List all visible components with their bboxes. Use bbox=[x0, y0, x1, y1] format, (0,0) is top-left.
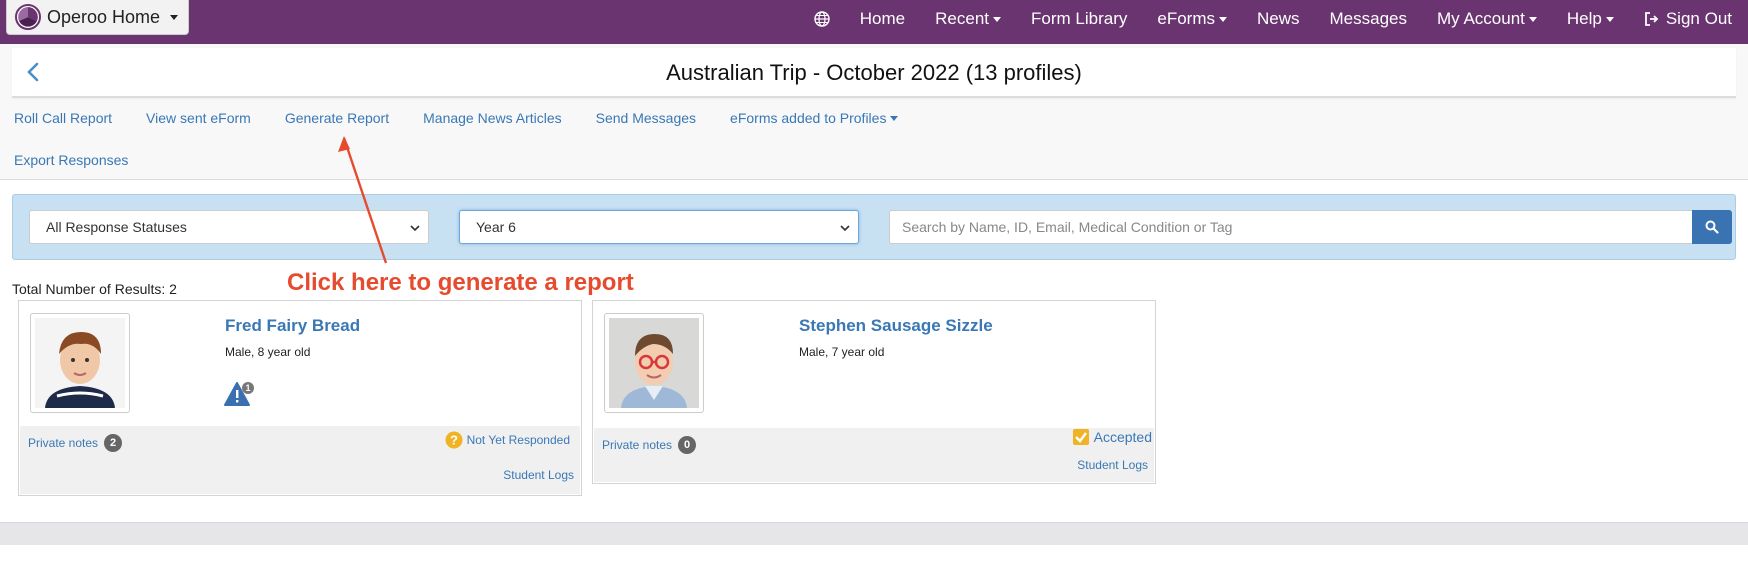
medical-alert-icon[interactable]: 1 bbox=[224, 381, 254, 409]
group-select[interactable]: Year 6 bbox=[459, 210, 859, 244]
notes-count-badge: 2 bbox=[104, 434, 123, 452]
search-input[interactable]: Search by Name, ID, Email, Medical Condi… bbox=[889, 210, 1693, 244]
student-card: Fred Fairy Bread Male, 8 year old 1 Priv… bbox=[18, 300, 582, 496]
student-photo[interactable] bbox=[30, 313, 130, 413]
nav-news[interactable]: News bbox=[1257, 9, 1300, 29]
brand-dropdown[interactable]: Operoo Home bbox=[6, 0, 190, 35]
generate-report-link[interactable]: Generate Report bbox=[285, 108, 389, 128]
title-bar: Australian Trip - October 2022 (13 profi… bbox=[12, 48, 1736, 98]
top-navbar: Operoo Home Home Recent Form Library eFo… bbox=[0, 0, 1748, 44]
nav-eforms[interactable]: eForms bbox=[1157, 9, 1227, 29]
chevron-down-icon bbox=[1219, 16, 1227, 22]
roll-call-report-link[interactable]: Roll Call Report bbox=[14, 108, 112, 128]
footer-band bbox=[0, 522, 1748, 545]
student-meta: Male, 7 year old bbox=[799, 345, 885, 359]
divider bbox=[0, 179, 1748, 180]
sign-out-icon bbox=[1644, 12, 1659, 26]
chevron-down-icon bbox=[170, 14, 179, 20]
chevron-down-icon bbox=[1528, 16, 1537, 22]
student-name[interactable]: Fred Fairy Bread bbox=[225, 316, 360, 336]
manage-news-articles-link[interactable]: Manage News Articles bbox=[423, 108, 562, 128]
private-notes-link[interactable]: Private notes 0 bbox=[602, 436, 697, 454]
student-avatar-icon bbox=[35, 318, 125, 408]
alert-count: 1 bbox=[245, 383, 250, 393]
student-photo[interactable] bbox=[604, 313, 704, 413]
response-status[interactable]: Accepted bbox=[1072, 428, 1152, 446]
student-name[interactable]: Stephen Sausage Sizzle bbox=[799, 316, 993, 336]
response-status[interactable]: ? Not Yet Responded bbox=[445, 431, 570, 449]
main-nav: Home Recent Form Library eForms News Mes… bbox=[784, 0, 1732, 38]
send-messages-link[interactable]: Send Messages bbox=[596, 108, 696, 128]
eforms-added-dropdown[interactable]: eForms added to Profiles bbox=[730, 108, 899, 128]
chevron-down-icon bbox=[410, 225, 420, 232]
private-notes-link[interactable]: Private notes 2 bbox=[28, 434, 123, 452]
check-square-icon bbox=[1072, 429, 1089, 445]
nav-form-library[interactable]: Form Library bbox=[1031, 9, 1127, 29]
nav-recent[interactable]: Recent bbox=[935, 9, 1002, 29]
nav-help[interactable]: Help bbox=[1567, 9, 1614, 29]
notes-count-badge: 0 bbox=[678, 436, 697, 454]
search-icon bbox=[1705, 220, 1719, 234]
student-logs-link[interactable]: Student Logs bbox=[503, 468, 574, 482]
language-globe[interactable] bbox=[814, 11, 830, 27]
search-button[interactable] bbox=[1692, 210, 1732, 244]
page-title: Australian Trip - October 2022 (13 profi… bbox=[666, 60, 1082, 85]
card-footer: Private notes 0 Accepted Student Logs bbox=[594, 428, 1154, 482]
chevron-down-icon bbox=[840, 225, 850, 232]
page-header-area: Australian Trip - October 2022 (13 profi… bbox=[0, 44, 1748, 179]
nav-sign-out[interactable]: Sign Out bbox=[1644, 9, 1732, 29]
brand-label: Operoo Home bbox=[47, 6, 161, 27]
student-meta: Male, 8 year old bbox=[225, 345, 311, 359]
card-footer: Private notes 2 ? Not Yet Responded Stud… bbox=[20, 426, 580, 494]
operoo-logo-icon bbox=[15, 4, 41, 30]
student-card: Stephen Sausage Sizzle Male, 7 year old … bbox=[592, 300, 1156, 484]
chevron-down-icon bbox=[890, 115, 899, 121]
svg-text:?: ? bbox=[450, 433, 458, 448]
student-avatar-icon bbox=[609, 318, 699, 408]
annotation-arrow-icon bbox=[338, 136, 388, 264]
filter-bar: All Response Statuses Year 6 Search by N… bbox=[12, 194, 1736, 260]
nav-my-account[interactable]: My Account bbox=[1437, 9, 1537, 29]
view-sent-eform-link[interactable]: View sent eForm bbox=[146, 108, 251, 128]
nav-messages[interactable]: Messages bbox=[1330, 9, 1407, 29]
chevron-down-icon bbox=[1605, 16, 1614, 22]
annotation-text: Click here to generate a report bbox=[287, 269, 634, 296]
globe-icon bbox=[814, 11, 830, 27]
results-count: Total Number of Results: 2 bbox=[12, 281, 177, 297]
nav-home[interactable]: Home bbox=[860, 9, 905, 29]
question-circle-icon: ? bbox=[445, 431, 463, 449]
chevron-down-icon bbox=[993, 16, 1002, 22]
student-logs-link[interactable]: Student Logs bbox=[1077, 458, 1148, 472]
export-responses-link[interactable]: Export Responses bbox=[14, 150, 128, 170]
